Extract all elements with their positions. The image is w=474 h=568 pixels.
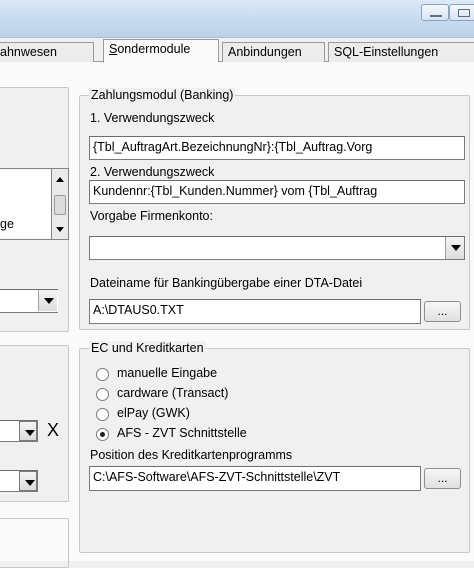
- chevron-down-icon[interactable]: [445, 237, 464, 259]
- radio-cardware[interactable]: [96, 388, 109, 401]
- purpose2-label: 2. Verwendungszweck: [90, 165, 215, 179]
- cc-browse-button[interactable]: ...: [424, 468, 461, 489]
- radio-label: cardware (Transact): [117, 386, 229, 400]
- tab-sql-einstellungen[interactable]: SQL-Einstellungen: [328, 42, 474, 62]
- tab-label: Anbindungen: [228, 45, 302, 59]
- chevron-down-icon[interactable]: [19, 471, 37, 491]
- radio-elpay[interactable]: [96, 408, 109, 421]
- radio-label: manuelle Eingabe: [117, 366, 218, 380]
- window-title-bar: [0, 0, 474, 38]
- maximize-button[interactable]: [449, 4, 474, 21]
- ec-group-title: EC und Kreditkarten: [89, 341, 206, 355]
- maximize-icon: [458, 9, 470, 17]
- purpose1-label: 1. Verwendungszweck: [90, 111, 215, 125]
- tab-label: ondermodule: [117, 42, 191, 56]
- left-listbox[interactable]: ge: [0, 168, 52, 240]
- tab-sondermodule[interactable]: Sondermodule: [103, 39, 219, 63]
- cc-program-path-input[interactable]: C:\AFS-Software\AFS-ZVT-Schnittstelle\ZV…: [89, 466, 421, 491]
- radio-manual[interactable]: [96, 368, 109, 381]
- tab-zahlungswesen[interactable]: ahnwesen: [0, 42, 94, 62]
- banking-group-title: Zahlungsmodul (Banking): [89, 88, 236, 102]
- tab-label: ahnwesen: [0, 45, 57, 59]
- minimize-button[interactable]: [421, 4, 449, 21]
- list-item: ge: [0, 217, 14, 231]
- dta-browse-button[interactable]: ...: [424, 301, 461, 322]
- dta-filename-label: Dateiname für Bankingübergabe einer DTA-…: [90, 276, 363, 290]
- cc-program-path-label: Position des Kreditkartenprogramms: [90, 448, 293, 462]
- company-account-select[interactable]: [89, 236, 465, 260]
- tab-anbindungen[interactable]: Anbindungen: [222, 42, 325, 62]
- remove-icon[interactable]: X: [43, 419, 63, 441]
- scroll-down-icon[interactable]: [56, 227, 64, 232]
- scroll-up-icon[interactable]: [56, 177, 64, 182]
- left-listbox-scrollbar[interactable]: [52, 168, 69, 240]
- purpose2-input[interactable]: Kundennr:{Tbl_Kunden.Nummer} vom {Tbl_Au…: [89, 180, 465, 204]
- radio-label: AFS - ZVT Schnittstelle: [117, 426, 247, 440]
- chevron-down-icon[interactable]: [19, 421, 37, 441]
- radio-label: elPay (GWK): [117, 406, 190, 420]
- company-account-label: Vorgabe Firmenkonto:: [90, 209, 213, 223]
- minimize-icon: [430, 15, 442, 17]
- dta-filename-input[interactable]: A:\DTAUS0.TXT: [89, 299, 421, 324]
- tab-label: SQL-Einstellungen: [334, 45, 439, 59]
- purpose1-input[interactable]: {Tbl_AuftragArt.BezeichnungNr}:{Tbl_Auft…: [89, 136, 465, 160]
- chevron-down-icon[interactable]: [38, 290, 57, 311]
- scroll-thumb[interactable]: [54, 195, 66, 215]
- radio-afs-zvt[interactable]: [96, 428, 109, 441]
